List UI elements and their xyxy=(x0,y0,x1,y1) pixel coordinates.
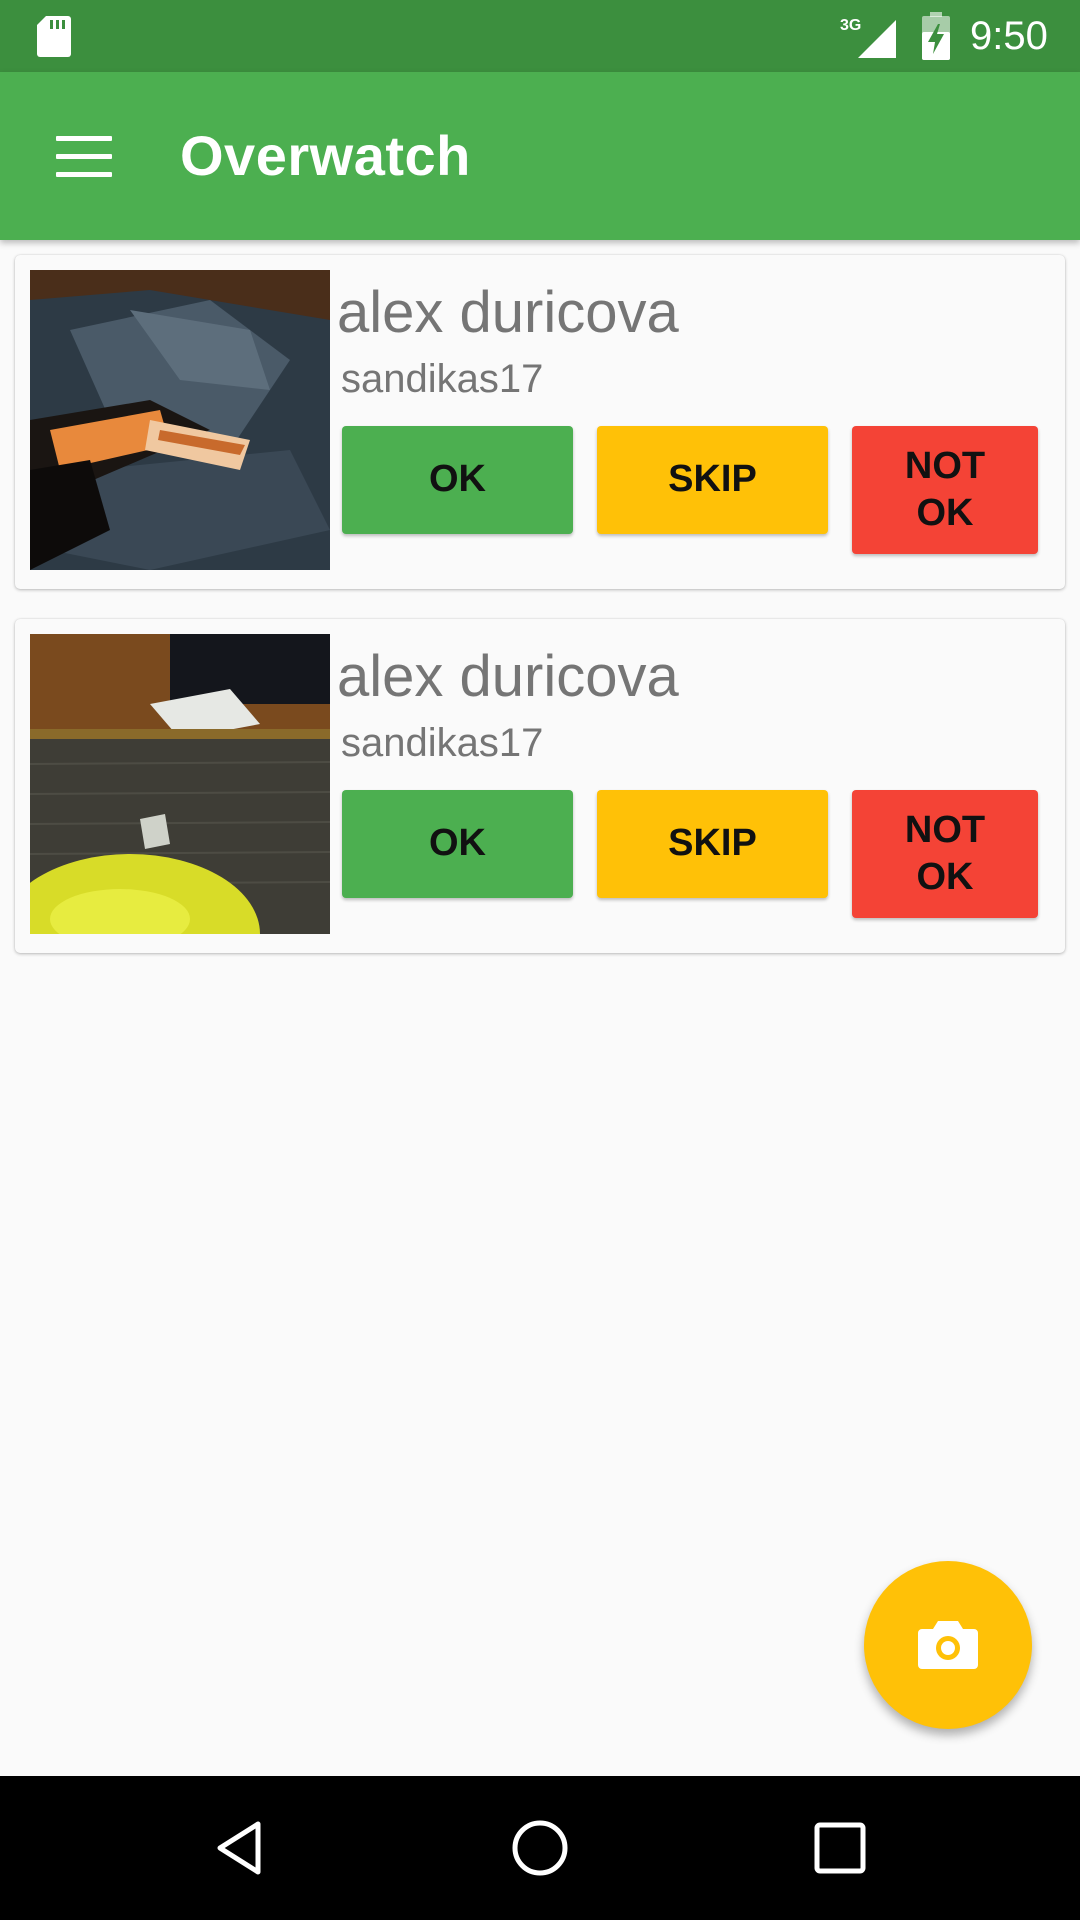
status-clock: 9:50 xyxy=(970,14,1048,58)
camera-icon xyxy=(918,1621,978,1669)
card-username: sandikas17 xyxy=(341,721,544,765)
back-icon xyxy=(217,1821,261,1875)
network-type-label: 3G xyxy=(840,17,861,34)
card-name: alex duricova xyxy=(337,280,679,345)
recents-icon xyxy=(814,1822,866,1874)
app-title: Overwatch xyxy=(180,124,471,187)
card-photo[interactable] xyxy=(30,270,330,570)
screen: 3G 9:50 Overwatch alex duricova sandikas… xyxy=(0,0,1080,1920)
card-name: alex duricova xyxy=(337,644,679,709)
battery-charging-icon xyxy=(922,12,950,60)
review-card: alex duricova sandikas17 OK SKIP NOT OK xyxy=(15,619,1065,953)
hamburger-menu-icon xyxy=(56,136,112,177)
camera-fab[interactable] xyxy=(864,1561,1032,1729)
not-ok-label: NOT OK xyxy=(904,444,986,535)
review-card: alex duricova sandikas17 OK SKIP NOT OK xyxy=(15,255,1065,589)
not-ok-button[interactable]: NOT OK xyxy=(852,790,1038,918)
not-ok-button[interactable]: NOT OK xyxy=(852,426,1038,554)
photo-floor-bag xyxy=(30,634,330,934)
ok-button[interactable]: OK xyxy=(342,790,573,898)
recents-button[interactable] xyxy=(780,1804,900,1892)
home-button[interactable] xyxy=(480,1804,600,1892)
navigation-bar xyxy=(0,1776,1080,1920)
status-bar: 3G 9:50 xyxy=(0,0,1080,72)
photo-trash-bag xyxy=(30,270,330,570)
skip-button[interactable]: SKIP xyxy=(597,790,828,898)
not-ok-label: NOT OK xyxy=(904,808,986,899)
skip-button[interactable]: SKIP xyxy=(597,426,828,534)
back-button[interactable] xyxy=(180,1804,300,1892)
ok-button[interactable]: OK xyxy=(342,426,573,534)
card-photo[interactable] xyxy=(30,634,330,934)
card-username: sandikas17 xyxy=(341,357,544,401)
menu-button[interactable] xyxy=(32,114,136,198)
app-bar: Overwatch xyxy=(0,72,1080,240)
cell-signal-icon: 3G xyxy=(840,17,896,58)
home-icon xyxy=(512,1820,568,1876)
sd-card-icon xyxy=(37,16,71,57)
